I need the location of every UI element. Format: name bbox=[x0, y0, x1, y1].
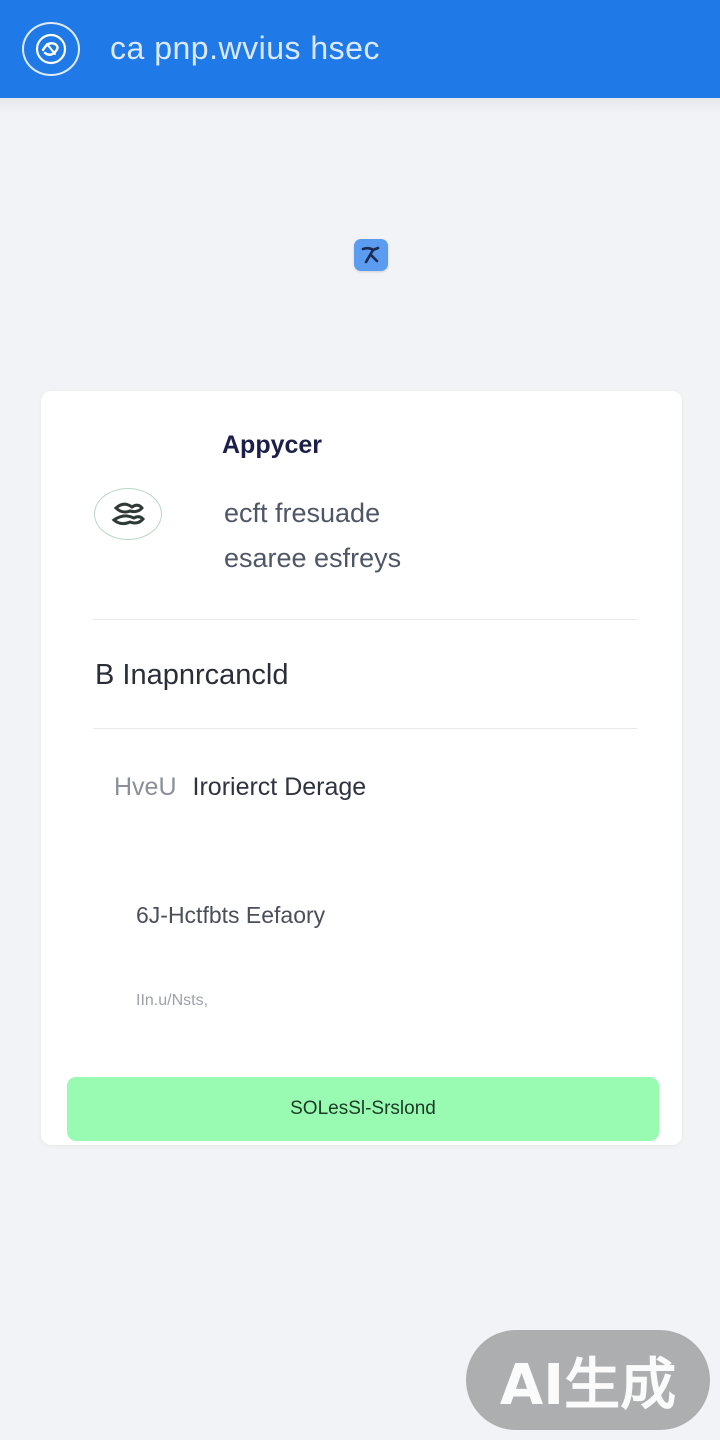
swirl-logo-icon[interactable] bbox=[22, 22, 80, 76]
app-description-line: esaree esfreys bbox=[224, 543, 402, 573]
ai-generated-watermark: AI生成 bbox=[466, 1330, 710, 1430]
app-bar-shadow bbox=[0, 98, 720, 114]
app-description: ecft fresuade esaree esfreys bbox=[224, 491, 401, 581]
list-item[interactable]: 6J-Hctfbts Eefaory bbox=[136, 902, 325, 929]
app-description-line: ecft fresuade bbox=[224, 498, 381, 528]
app-avatar-icon bbox=[94, 488, 162, 540]
top-app-bar: ca pnp.wvius hsec bbox=[0, 0, 720, 98]
list-item-label: Irorierct Derage bbox=[192, 773, 367, 801]
divider bbox=[93, 619, 637, 620]
divider bbox=[93, 728, 637, 729]
app-info-card: Appycer ecft fresuade esaree esfreys B I… bbox=[41, 391, 682, 1145]
list-item[interactable]: HveU Irorierct Derage bbox=[114, 773, 366, 802]
app-bar-title: ca pnp.wvius hsec bbox=[110, 30, 380, 66]
app-name: Appycer bbox=[222, 431, 323, 459]
list-item-caption: IIn.u/Nsts, bbox=[136, 992, 209, 1009]
section-title: B Inapnrcancld bbox=[95, 659, 289, 691]
wrench-cross-icon bbox=[354, 239, 388, 271]
list-item-tag: HveU bbox=[114, 773, 177, 801]
primary-action-button[interactable]: SOLesSl-Srslond bbox=[67, 1077, 659, 1141]
